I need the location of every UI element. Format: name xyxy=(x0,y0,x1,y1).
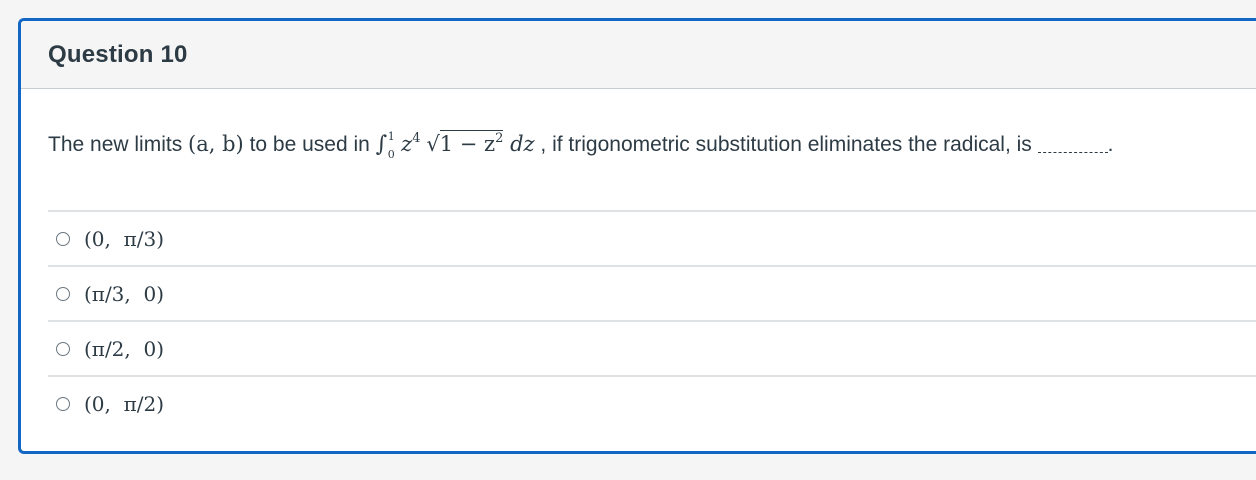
differential: dz xyxy=(503,132,535,156)
limits-variables: (a, b) xyxy=(188,132,244,156)
answer-label: (π/2, 0) xyxy=(84,336,165,361)
radio-button[interactable] xyxy=(56,231,70,246)
answer-label: (0, π/3) xyxy=(84,226,165,251)
integrand-base: z xyxy=(401,132,413,156)
question-title: Question 10 xyxy=(48,40,188,68)
collapse-chevron-icon: › xyxy=(0,45,4,57)
question-card: Question 10 The new limits (a, b) to be … xyxy=(18,18,1256,454)
integrand-exponent: 4 xyxy=(412,131,421,146)
square-root-icon: √ xyxy=(426,132,440,156)
answer-list: (0, π/3) (π/3, 0) (π/2, 0) (0, π/2) xyxy=(48,210,1256,430)
radicand: 1 − z2 xyxy=(439,130,504,156)
answer-option-2[interactable]: (π/3, 0) xyxy=(48,265,1256,320)
radicand-text: 1 − z xyxy=(439,132,496,156)
answer-option-1[interactable]: (0, π/3) xyxy=(48,210,1256,265)
integral-symbol: ∫ 1 0 xyxy=(375,130,395,161)
integral-lower-limit: 0 xyxy=(387,148,395,161)
radio-button[interactable] xyxy=(56,286,70,301)
question-text-end: . xyxy=(1107,133,1114,156)
answer-label: (π/3, 0) xyxy=(84,281,165,306)
question-header: Question 10 xyxy=(21,21,1256,89)
question-text: The new limits (a, b) to be used in ∫ 1 0 z… xyxy=(48,130,1114,161)
integral-sign: ∫ xyxy=(375,132,388,157)
radio-button[interactable] xyxy=(56,341,70,356)
question-text-mid: to be used in xyxy=(243,133,376,156)
question-text-after: , if trigonometric substitution eliminat… xyxy=(534,133,1038,156)
answer-option-3[interactable]: (π/2, 0) xyxy=(48,320,1256,375)
limits-variables-text: (a, b) xyxy=(188,132,244,156)
question-text-before: The new limits xyxy=(48,133,189,156)
answer-option-4[interactable]: (0, π/2) xyxy=(48,375,1256,430)
radio-button[interactable] xyxy=(56,396,70,411)
integral-upper-limit: 1 xyxy=(387,130,395,143)
answer-blank xyxy=(1037,152,1108,153)
answer-label: (0, π/2) xyxy=(84,391,165,416)
